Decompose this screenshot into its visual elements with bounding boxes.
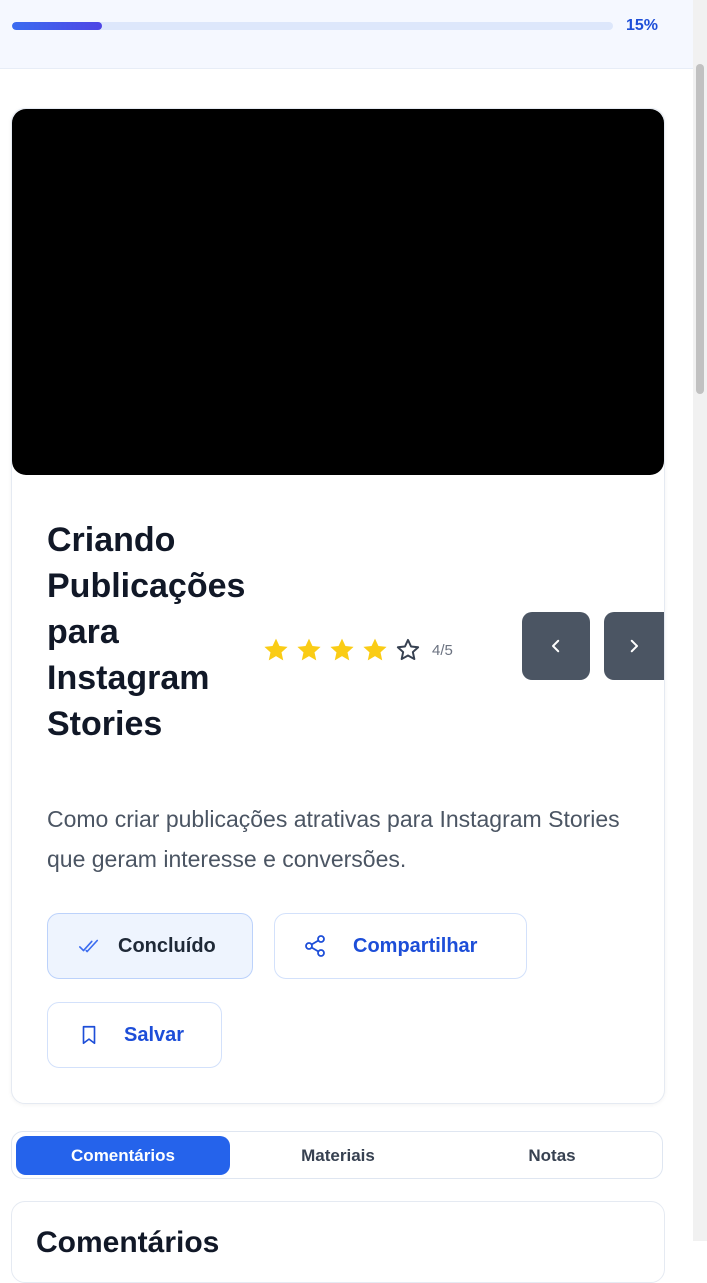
share-icon <box>305 935 325 957</box>
bookmark-icon <box>82 1025 96 1045</box>
star-outline-icon[interactable] <box>394 636 422 664</box>
lesson-title: Criando Publicações para Instagram Stori… <box>47 521 246 743</box>
tab-comments[interactable]: Comentários <box>16 1136 230 1175</box>
star-icon[interactable] <box>295 636 323 664</box>
previous-lesson-button[interactable] <box>522 612 590 680</box>
star-icon[interactable] <box>328 636 356 664</box>
video-player[interactable] <box>12 109 664 475</box>
mark-complete-label: Concluído <box>118 934 216 957</box>
tab-materials[interactable]: Materiais <box>231 1136 445 1175</box>
share-button[interactable]: Compartilhar <box>274 913 527 979</box>
comments-section: Comentários <box>11 1201 665 1283</box>
lesson-tabs: Comentários Materiais Notas <box>11 1131 663 1179</box>
progress-bar <box>12 22 613 30</box>
save-button[interactable]: Salvar <box>47 1002 222 1068</box>
lesson-description: Como criar publicações atrativas para In… <box>47 806 620 872</box>
progress-bar-fill <box>12 22 103 30</box>
page-scrollbar[interactable] <box>693 0 707 1241</box>
comments-heading: Comentários <box>36 1226 220 1259</box>
chevron-left-icon <box>552 639 560 653</box>
star-rating[interactable]: 4/5 <box>262 631 453 669</box>
rating-value: 4/5 <box>432 641 453 659</box>
star-icon[interactable] <box>361 636 389 664</box>
progress-percent: 15% <box>626 17 659 34</box>
star-icon[interactable] <box>262 636 290 664</box>
chevron-right-icon <box>630 639 638 653</box>
next-lesson-button[interactable] <box>604 612 664 680</box>
scrollbar-thumb[interactable] <box>696 64 704 394</box>
mark-complete-button[interactable]: Concluído <box>47 913 253 979</box>
share-label: Compartilhar <box>353 934 478 957</box>
lesson-card: Criando Publicações para Instagram Stori… <box>11 108 665 1104</box>
double-check-icon <box>79 939 99 953</box>
tab-notes[interactable]: Notas <box>445 1136 659 1175</box>
lesson-progress-header: 15% <box>0 0 693 69</box>
save-label: Salvar <box>124 1023 185 1046</box>
